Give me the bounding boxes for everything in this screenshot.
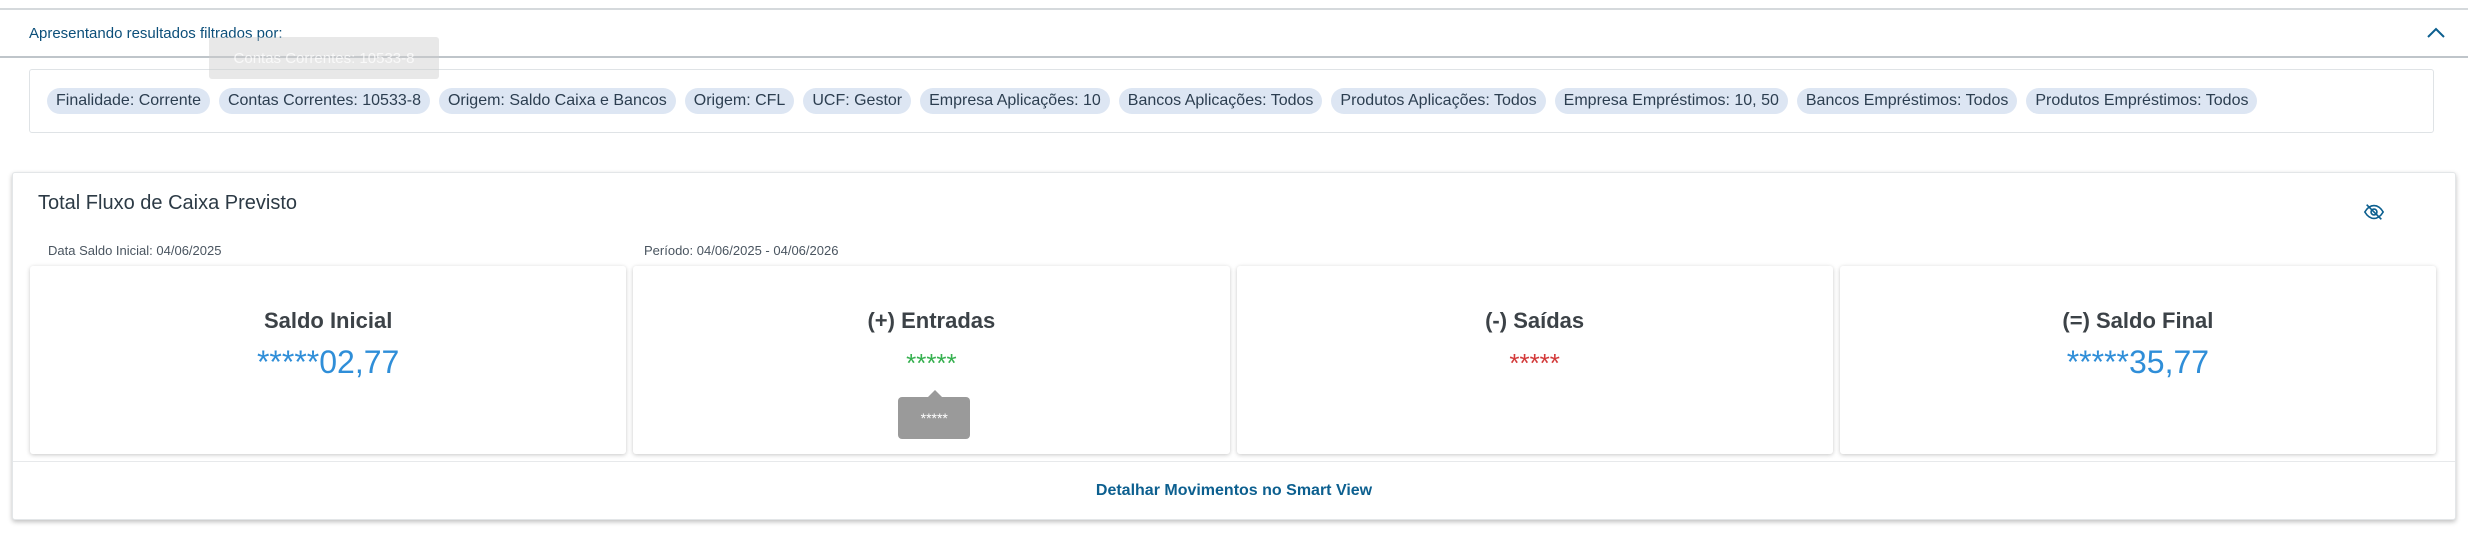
card-footer: Detalhar Movimentos no Smart View (13, 461, 2455, 520)
filter-chip-finalidade[interactable]: Finalidade: Corrente (47, 88, 210, 114)
filter-chip-contas-correntes[interactable]: Contas Correntes: 10533-8 (218, 88, 430, 114)
initial-balance-date: Data Saldo Inicial: 04/06/2025 (48, 243, 222, 258)
card-title: Total Fluxo de Caixa Previsto (38, 192, 298, 214)
panel-saldo-final: (=) Saldo Final *****35,77 (1839, 266, 2436, 454)
panel-label: (+) Entradas (867, 308, 996, 333)
panel-value[interactable]: ***** (633, 348, 1229, 379)
filter-chip-bancos-emprestimos[interactable]: Bancos Empréstimos: Todos (1796, 88, 2018, 114)
filter-chip-produtos-emprestimos[interactable]: Produtos Empréstimos: Todos (2026, 88, 2258, 114)
panel-saidas: (-) Saídas ***** (1236, 266, 1833, 454)
panel-label: Saldo Inicial (263, 308, 393, 333)
detail-smart-view-link[interactable]: Detalhar Movimentos no Smart View (1096, 482, 1372, 500)
panel-value: ***** (1509, 348, 1560, 378)
chevron-up-icon (2427, 27, 2445, 38)
period: Período: 04/06/2025 - 04/06/2026 (644, 243, 839, 258)
value-tooltip: ***** (898, 390, 971, 439)
panel-label: (-) Saídas (1485, 308, 1585, 333)
filter-chip-origem-saldo[interactable]: Origem: Saldo Caixa e Bancos (438, 88, 676, 114)
filter-chip-produtos-aplicacoes[interactable]: Produtos Aplicações: Todos (1331, 88, 1546, 114)
panel-value: *****35,77 (2066, 344, 2210, 380)
filter-chip-origem-cfl[interactable]: Origem: CFL (684, 88, 795, 114)
panel-value: *****02,77 (256, 344, 400, 380)
collapse-button[interactable] (2422, 19, 2450, 47)
panel-entradas: (+) Entradas ***** ***** (633, 266, 1230, 454)
eye-off-icon (2363, 204, 2385, 220)
chip-tooltip: Contas Correntes: 10533-8 (209, 37, 439, 79)
filter-chip-empresa-aplicacoes[interactable]: Empresa Aplicações: 10 (920, 88, 1110, 114)
filter-chip-ucf[interactable]: UCF: Gestor (803, 88, 912, 114)
panel-saldo-inicial: Saldo Inicial *****02,77 (30, 266, 627, 454)
filter-chip-empresa-emprestimos[interactable]: Empresa Empréstimos: 10, 50 (1554, 88, 1788, 114)
panel-label: (=) Saldo Final (2062, 308, 2214, 333)
cash-flow-card: Total Fluxo de Caixa Previsto Data Saldo… (12, 172, 2456, 520)
toggle-values-visibility-button[interactable] (2363, 201, 2387, 225)
filter-chip-bancos-aplicacoes[interactable]: Bancos Aplicações: Todos (1118, 88, 1323, 114)
summary-panels: Saldo Inicial *****02,77 (+) Entradas **… (30, 266, 2436, 454)
